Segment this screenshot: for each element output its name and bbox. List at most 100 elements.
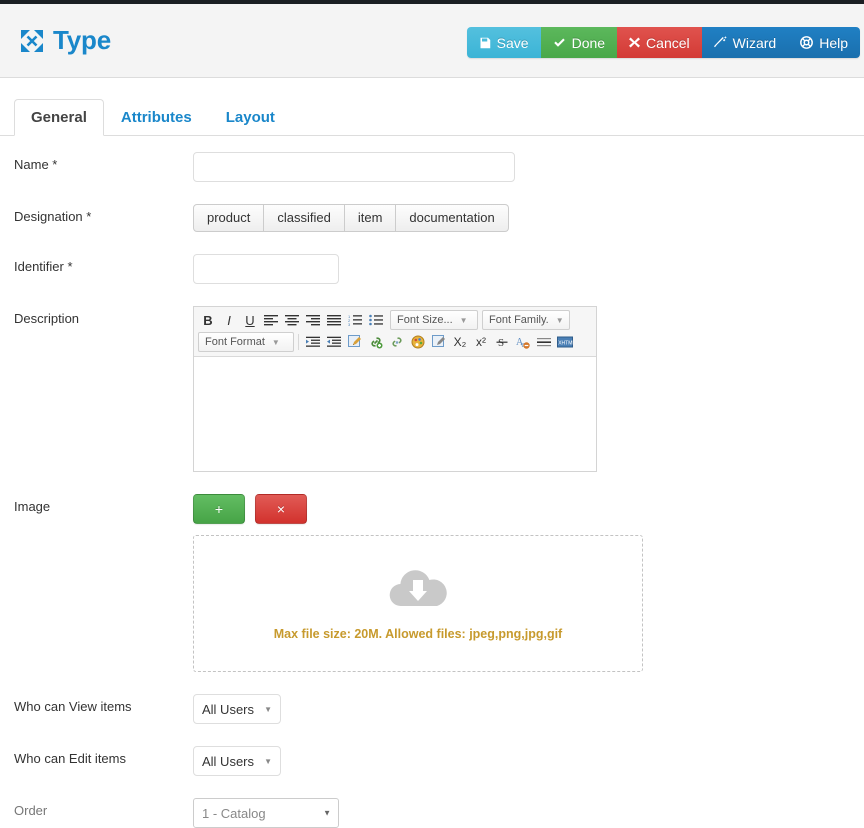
edit-block-icon[interactable] [345, 333, 365, 352]
form-row-identifier: Identifier * [0, 254, 864, 284]
italic-icon[interactable]: I [219, 311, 239, 330]
font-family-dropdown[interactable]: Font Family. ▼ [482, 310, 570, 330]
name-input[interactable] [193, 152, 515, 182]
align-left-icon[interactable] [261, 311, 281, 330]
chevron-down-icon: ▼ [264, 756, 272, 766]
indent-decrease-icon[interactable] [324, 333, 344, 352]
tab-bar: General Attributes Layout [0, 98, 864, 136]
order-select[interactable]: 1 - Catalog ▼ [193, 798, 339, 828]
strikethrough-icon[interactable]: S [492, 333, 512, 352]
underline-icon[interactable]: U [240, 311, 260, 330]
tab-attributes[interactable]: Attributes [104, 99, 209, 136]
identifier-input[interactable] [193, 254, 339, 284]
save-button[interactable]: Save [466, 27, 541, 58]
remove-image-button[interactable]: × [255, 494, 307, 524]
chevron-down-icon: ▼ [271, 337, 280, 347]
remove-format-icon[interactable]: Aa [513, 333, 533, 352]
font-format-dropdown[interactable]: Font Format ▼ [198, 332, 294, 352]
save-button-label: Save [496, 34, 529, 51]
who-view-value: All Users [202, 701, 255, 717]
check-icon [553, 37, 566, 49]
rich-text-editor: B I U 1 2 3 Font Size... ▼ Font Family. … [193, 306, 597, 472]
text-color-icon[interactable] [408, 333, 428, 352]
subscript-icon[interactable]: X₂ [450, 333, 470, 352]
order-value: 1 - Catalog [202, 805, 266, 821]
type-form: Name * Designation * product classified … [0, 136, 864, 828]
page-title: Type [53, 25, 111, 55]
unlink-icon[interactable] [387, 333, 407, 352]
superscript-icon[interactable]: x² [471, 333, 491, 352]
xhtml-source-icon[interactable]: XHTML [555, 333, 575, 352]
header-button-group: Save Done Cancel Wizard Help [466, 27, 860, 58]
editor-toolbar: B I U 1 2 3 Font Size... ▼ Font Family. … [194, 307, 596, 357]
dropzone-caption: Max file size: 20M. Allowed files: jpeg,… [273, 627, 563, 641]
edit-source-icon[interactable] [429, 333, 449, 352]
designation-option-documentation[interactable]: documentation [396, 204, 509, 232]
designation-button-group: product classified item documentation [193, 204, 509, 232]
font-size-label: Font Size... [397, 314, 453, 326]
tab-layout[interactable]: Layout [209, 99, 292, 136]
chevron-down-icon: ▼ [555, 315, 564, 325]
form-row-order: Order 1 - Catalog ▼ [0, 798, 864, 828]
order-label: Order [14, 803, 48, 818]
chevron-down-icon: ▼ [264, 704, 272, 714]
tab-layout-label: Layout [225, 109, 275, 126]
align-right-icon[interactable] [303, 311, 323, 330]
life-ring-icon [800, 36, 814, 49]
toolbar-separator [298, 334, 299, 350]
font-family-label: Font Family. [489, 314, 549, 326]
done-button[interactable]: Done [540, 27, 618, 58]
align-justify-icon[interactable] [324, 311, 344, 330]
tab-attributes-label: Attributes [120, 109, 192, 126]
help-button-label: Help [819, 34, 848, 51]
identifier-label: Identifier * [14, 259, 73, 274]
wizard-button[interactable]: Wizard [701, 27, 789, 58]
brand: Type [20, 25, 111, 56]
chevron-down-icon: ▼ [459, 315, 468, 325]
form-row-who-edit: Who can Edit items All Users ▼ [0, 746, 864, 776]
wizard-button-label: Wizard [732, 34, 777, 51]
magic-wand-icon [713, 36, 727, 49]
cancel-button[interactable]: Cancel [617, 27, 702, 58]
form-row-image: Image + × Max file size: 20M. Allowed fi… [0, 494, 864, 672]
description-label: Description [14, 311, 80, 326]
numbered-list-icon[interactable]: 123 [345, 311, 365, 330]
designation-option-product[interactable]: product [193, 204, 265, 232]
image-label: Image [14, 499, 51, 514]
tab-general[interactable]: General [14, 99, 104, 136]
done-button-label: Done [571, 34, 606, 51]
editor-toolbar-row-1: B I U 1 2 3 Font Size... ▼ Font Family. … [198, 310, 592, 330]
who-view-select[interactable]: All Users ▼ [193, 694, 281, 724]
editor-toolbar-row-2: Font Format ▼ X₂ x² S A a XHTM [198, 332, 592, 352]
svg-text:XHTML: XHTML [558, 340, 573, 346]
designation-option-classified[interactable]: classified [264, 204, 345, 232]
image-action-buttons: + × [193, 494, 864, 524]
arrows-expand-icon [20, 29, 44, 53]
designation-option-item[interactable]: item [344, 204, 397, 232]
form-row-who-view: Who can View items All Users ▼ [0, 694, 864, 724]
who-edit-value: All Users [202, 753, 255, 769]
who-edit-select[interactable]: All Users ▼ [193, 746, 281, 776]
add-image-button[interactable]: + [193, 494, 245, 524]
image-dropzone[interactable]: Max file size: 20M. Allowed files: jpeg,… [193, 535, 643, 672]
times-icon [629, 37, 641, 48]
link-icon[interactable] [366, 333, 386, 352]
description-textarea[interactable] [194, 357, 596, 471]
form-row-designation: Designation * product classified item do… [0, 204, 864, 232]
bold-icon[interactable]: B [198, 311, 218, 330]
form-row-description: Description B I U 1 2 3 Font Size... ▼ F… [0, 306, 864, 472]
tab-general-label: General [31, 109, 87, 126]
svg-text:S: S [498, 337, 504, 349]
app-header: Type Save Done Cancel Wizard Help [0, 4, 864, 78]
floppy-disk-icon [479, 37, 491, 49]
cancel-button-label: Cancel [646, 34, 690, 51]
who-edit-label: Who can Edit items [14, 751, 126, 766]
help-button[interactable]: Help [788, 27, 860, 58]
designation-label: Designation * [14, 209, 92, 224]
indent-increase-icon[interactable] [303, 333, 323, 352]
align-center-icon[interactable] [282, 311, 302, 330]
bulleted-list-icon[interactable] [366, 311, 386, 330]
horizontal-rule-icon[interactable] [534, 333, 554, 352]
font-size-dropdown[interactable]: Font Size... ▼ [390, 310, 478, 330]
form-row-name: Name * [0, 152, 864, 182]
